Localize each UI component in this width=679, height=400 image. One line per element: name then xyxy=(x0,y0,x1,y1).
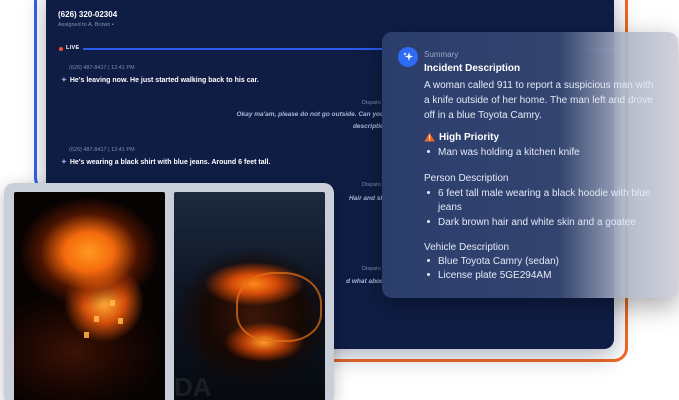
caller-message: ✦ He's leaving now. He just started walki… xyxy=(61,76,259,84)
vehicle-item: Blue Toyota Camry (sedan) xyxy=(427,254,559,269)
caller-message: ✦ He's wearing a black shirt with blue je… xyxy=(61,158,270,166)
vehicle-item-text: Blue Toyota Camry (sedan) xyxy=(438,256,559,267)
warning-icon xyxy=(424,132,435,142)
person-item-continued: jeans xyxy=(438,202,462,213)
sparkle-ai-icon xyxy=(398,47,418,67)
vehicle-item-text: License plate 5GE294AM xyxy=(438,270,552,281)
burning-window xyxy=(110,300,115,306)
caller-phone-number: (626) 320-02304 xyxy=(58,10,118,19)
assigned-to-label[interactable]: Assigned to A. Brown • xyxy=(58,22,114,28)
incident-description-line: off in a blue Toyota Camry. xyxy=(424,110,542,121)
live-dot-icon xyxy=(59,47,63,51)
vehicle-description-title: Vehicle Description xyxy=(424,242,510,253)
person-item-text: Dark brown hair and white skin and a goa… xyxy=(438,217,636,228)
burning-window xyxy=(118,318,123,324)
sparkle-icon xyxy=(403,52,414,61)
sparkle-icon: ✦ xyxy=(61,77,67,84)
photo-watermark: DA xyxy=(174,372,212,400)
burning-window xyxy=(84,332,89,338)
photo-evidence-card: DA xyxy=(4,183,334,400)
fire-photo-1[interactable] xyxy=(14,192,165,400)
caller-message-text: He's leaving now. He just started walkin… xyxy=(69,77,259,84)
sparkle-icon: ✦ xyxy=(61,159,67,166)
dispatcher-label: Dispato xyxy=(362,100,381,106)
dispatcher-label: Dispato xyxy=(362,266,381,272)
dispatcher-message: Okay ma'am, please do not go outside. Ca… xyxy=(236,111,384,118)
bullet-dot xyxy=(427,219,430,223)
fire-photo-2[interactable]: DA xyxy=(174,192,325,400)
stage: (626) 320-02304 Assigned to A. Brown • L… xyxy=(0,0,679,400)
person-item: 6 feet tall male wearing a black hoodie … xyxy=(427,186,650,201)
ai-summary-panel: Summary Incident Description A woman cal… xyxy=(382,32,678,298)
bullet-dot xyxy=(427,272,430,276)
priority-item-text: Man was holding a kitchen knife xyxy=(438,147,580,158)
priority-item: Man was holding a kitchen knife xyxy=(427,145,580,160)
live-label: LIVE xyxy=(66,45,80,51)
dispatcher-message-continued: descriptio xyxy=(352,123,384,130)
incident-description-line: A woman called 911 to report a suspiciou… xyxy=(424,80,654,91)
message-meta: (626) 487-8417 | 12:41 PM xyxy=(69,65,135,71)
dispatcher-message: d what abou xyxy=(346,278,384,285)
incident-description-line: a knife outside of her home. The man lef… xyxy=(424,95,653,106)
incident-description-title: Incident Description xyxy=(424,63,521,74)
caller-message-text: He's wearing a black shirt with blue jea… xyxy=(69,159,271,166)
high-priority-title: High Priority xyxy=(439,132,500,143)
burning-window xyxy=(94,316,99,322)
person-item-text: 6 feet tall male wearing a black hoodie … xyxy=(438,188,651,199)
message-meta: (626) 487-8417 | 12:41 PM xyxy=(69,147,135,153)
summary-header: Summary xyxy=(424,50,459,59)
bullet-dot xyxy=(427,149,430,153)
person-description-title: Person Description xyxy=(424,173,509,184)
bullet-dot xyxy=(427,190,430,194)
burning-building-outline xyxy=(236,272,322,342)
dispatcher-label: Dispato xyxy=(362,182,381,188)
person-item: Dark brown hair and white skin and a goa… xyxy=(427,215,636,230)
dispatcher-message: Hair and sk xyxy=(348,195,384,202)
vehicle-item: License plate 5GE294AM xyxy=(427,268,551,283)
bullet-dot xyxy=(427,258,430,262)
